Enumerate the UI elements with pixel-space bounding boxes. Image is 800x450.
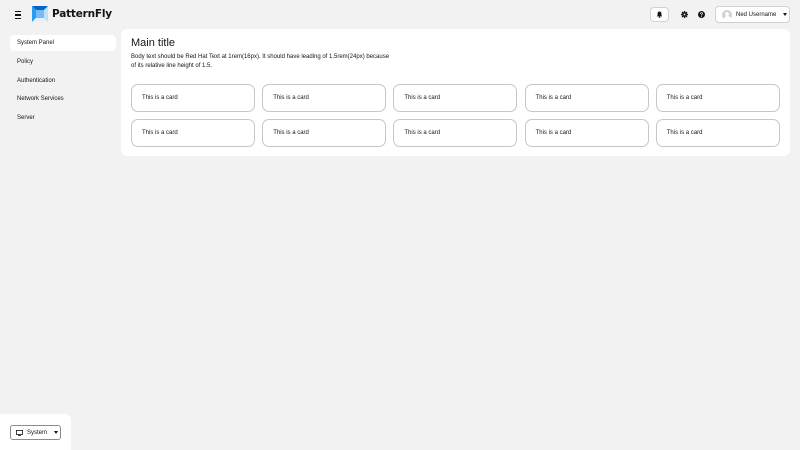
- brand-name: PatternFly: [52, 8, 112, 20]
- card[interactable]: This is a card: [393, 84, 518, 112]
- caret-down-icon: [783, 13, 788, 16]
- caret-down-icon: [54, 431, 59, 434]
- card[interactable]: This is a card: [262, 119, 387, 147]
- sidebar-item-server[interactable]: Server: [10, 110, 116, 126]
- settings-button[interactable]: [675, 7, 693, 22]
- notifications-button[interactable]: [650, 7, 669, 22]
- patternfly-logo-icon: [32, 6, 48, 22]
- help-button[interactable]: [692, 7, 710, 22]
- sidebar-item-policy[interactable]: Policy: [10, 54, 116, 70]
- theme-select[interactable]: System: [10, 425, 61, 440]
- card[interactable]: This is a card: [524, 84, 649, 112]
- card[interactable]: This is a card: [393, 119, 518, 147]
- masthead: PatternFly Ned Username: [0, 0, 800, 29]
- menu-icon[interactable]: [11, 8, 25, 22]
- card[interactable]: This is a card: [655, 119, 780, 147]
- sidebar-item-network-services[interactable]: Network Services: [10, 91, 116, 107]
- sidebar-nav: System Panel Policy Authentication Netwo…: [10, 35, 116, 129]
- page-title: Main title: [131, 37, 176, 49]
- user-dropdown[interactable]: Ned Username: [715, 6, 790, 23]
- user-name: Ned Username: [736, 11, 777, 18]
- card[interactable]: This is a card: [131, 119, 255, 147]
- help-icon: [697, 11, 705, 18]
- sidebar-item-authentication[interactable]: Authentication: [10, 73, 116, 89]
- card-grid: This is a card This is a card This is a …: [131, 84, 780, 147]
- user-avatar: [722, 9, 732, 20]
- card[interactable]: This is a card: [262, 84, 387, 112]
- gear-icon: [680, 11, 688, 18]
- bell-icon: [656, 11, 663, 18]
- theme-select-value: System: [27, 429, 48, 436]
- brand-logo[interactable]: PatternFly: [32, 6, 112, 22]
- sidebar-item-system-panel[interactable]: System Panel: [10, 35, 116, 51]
- card[interactable]: This is a card: [131, 84, 255, 112]
- sidebar-footer: System: [0, 414, 71, 450]
- body-text: Body text should be Red Hat Text at 1rem…: [131, 54, 390, 69]
- main-content: Main title Body text should be Red Hat T…: [121, 29, 790, 156]
- card[interactable]: This is a card: [524, 119, 649, 147]
- card[interactable]: This is a card: [655, 84, 780, 112]
- monitor-icon: [16, 429, 23, 436]
